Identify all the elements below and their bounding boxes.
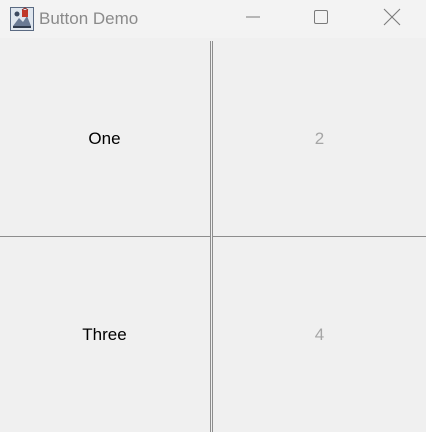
button-grid: One 2 Three 4 — [0, 41, 426, 434]
button-three[interactable]: Three — [0, 236, 211, 433]
close-icon — [383, 8, 401, 31]
maximize-button[interactable] — [298, 0, 344, 38]
close-button[interactable] — [369, 0, 415, 38]
button-label: One — [88, 128, 121, 148]
application-window: Button Demo One 2 Three 4 — [0, 0, 426, 435]
maximize-icon — [313, 9, 329, 30]
minimize-icon — [245, 9, 261, 30]
java-app-icon[interactable] — [10, 7, 34, 31]
button-label: 2 — [314, 128, 325, 148]
button-label: Three — [82, 324, 127, 344]
button-two[interactable]: 2 — [212, 41, 426, 237]
window-title: Button Demo — [39, 9, 139, 28]
title-bar[interactable]: Button Demo — [0, 0, 426, 38]
minimize-button[interactable] — [230, 0, 276, 38]
button-label: 4 — [314, 324, 325, 344]
button-four[interactable]: 4 — [212, 236, 426, 433]
button-one[interactable]: One — [0, 41, 211, 237]
